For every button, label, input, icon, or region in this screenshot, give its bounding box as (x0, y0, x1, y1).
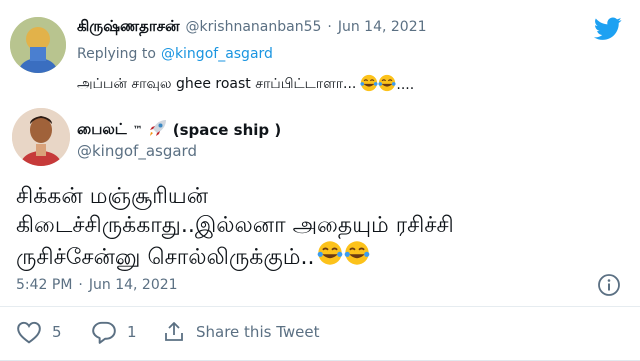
tweet-time[interactable]: 5:42 PM (16, 277, 72, 293)
reply-display-name[interactable]: கிருஷ்ணதாசன் (77, 17, 180, 37)
tweet-line-2: கிடைச்சிருக்காது..இல்லனா அதையும் ரசிச்சி (16, 213, 454, 238)
joy-emoji (344, 240, 370, 274)
main-name-row: பைலட் ™ (space ship ) (77, 118, 281, 142)
tweet-line-3: ருசிச்சேன்னு சொல்லிருக்கும்.. (16, 244, 315, 270)
reply-date[interactable]: Jun 14, 2021 (338, 19, 427, 35)
reply-text-main: அப்பன் சாவுல ghee roast சாப்பிட்டாளா... (77, 76, 357, 92)
reply-handle[interactable]: @krishnananban55 (186, 19, 322, 35)
reply-avatar[interactable] (10, 17, 66, 73)
main-handle[interactable]: @kingof_asgard (77, 142, 197, 160)
tweet-line-1: சிக்கன் மஞ்சூரியன் (16, 184, 209, 209)
share-label: Share this Tweet (196, 323, 320, 341)
like-count: 5 (52, 323, 62, 341)
main-display-name-suffix[interactable]: (space ship ) (173, 121, 282, 139)
reply-button[interactable]: 1 (91, 320, 137, 344)
timestamp-row: 5:42 PM · Jun 14, 2021 (16, 277, 178, 293)
actions-divider (0, 306, 640, 307)
like-button[interactable]: 5 (16, 320, 62, 344)
info-icon[interactable] (597, 273, 621, 297)
tweet-card: கிருஷ்ணதாசன் @krishnananban55 · Jun 14, … (0, 0, 640, 361)
main-display-name[interactable]: பைலட் (77, 120, 127, 140)
reply-text: அப்பன் சாவுல ghee roast சாப்பிட்டாளா... … (77, 74, 414, 96)
replying-to-line: Replying to @kingof_asgard (77, 46, 273, 62)
reply-text-tail: .... (396, 77, 415, 93)
joy-emoji (317, 240, 343, 274)
main-tweet-body: சிக்கன் மஞ்சூரியன் கிடைச்சிருக்காது..இல்… (16, 182, 626, 274)
replying-to-label: Replying to (77, 46, 156, 62)
reply-header: கிருஷ்ணதாசன் @krishnananban55 · Jun 14, … (77, 17, 427, 37)
tweet-line-3-row: ருசிச்சேன்னு சொல்லிருக்கும்.. (16, 240, 626, 274)
share-icon (162, 320, 186, 344)
share-button[interactable]: Share this Tweet (162, 320, 319, 344)
trademark-symbol: ™ (132, 124, 143, 136)
tweet-time-separator: · (78, 277, 83, 293)
twitter-bird-icon[interactable] (593, 17, 622, 41)
joy-emoji (378, 74, 396, 96)
main-avatar[interactable] (12, 108, 70, 166)
reply-separator: · (327, 19, 332, 35)
heart-icon (16, 320, 42, 344)
tweet-date[interactable]: Jun 14, 2021 (89, 277, 178, 293)
rocket-emoji (148, 118, 168, 142)
joy-emoji (360, 74, 378, 96)
reply-count: 1 (127, 323, 137, 341)
replying-to-handle[interactable]: @kingof_asgard (161, 46, 273, 62)
reply-icon (91, 320, 117, 344)
